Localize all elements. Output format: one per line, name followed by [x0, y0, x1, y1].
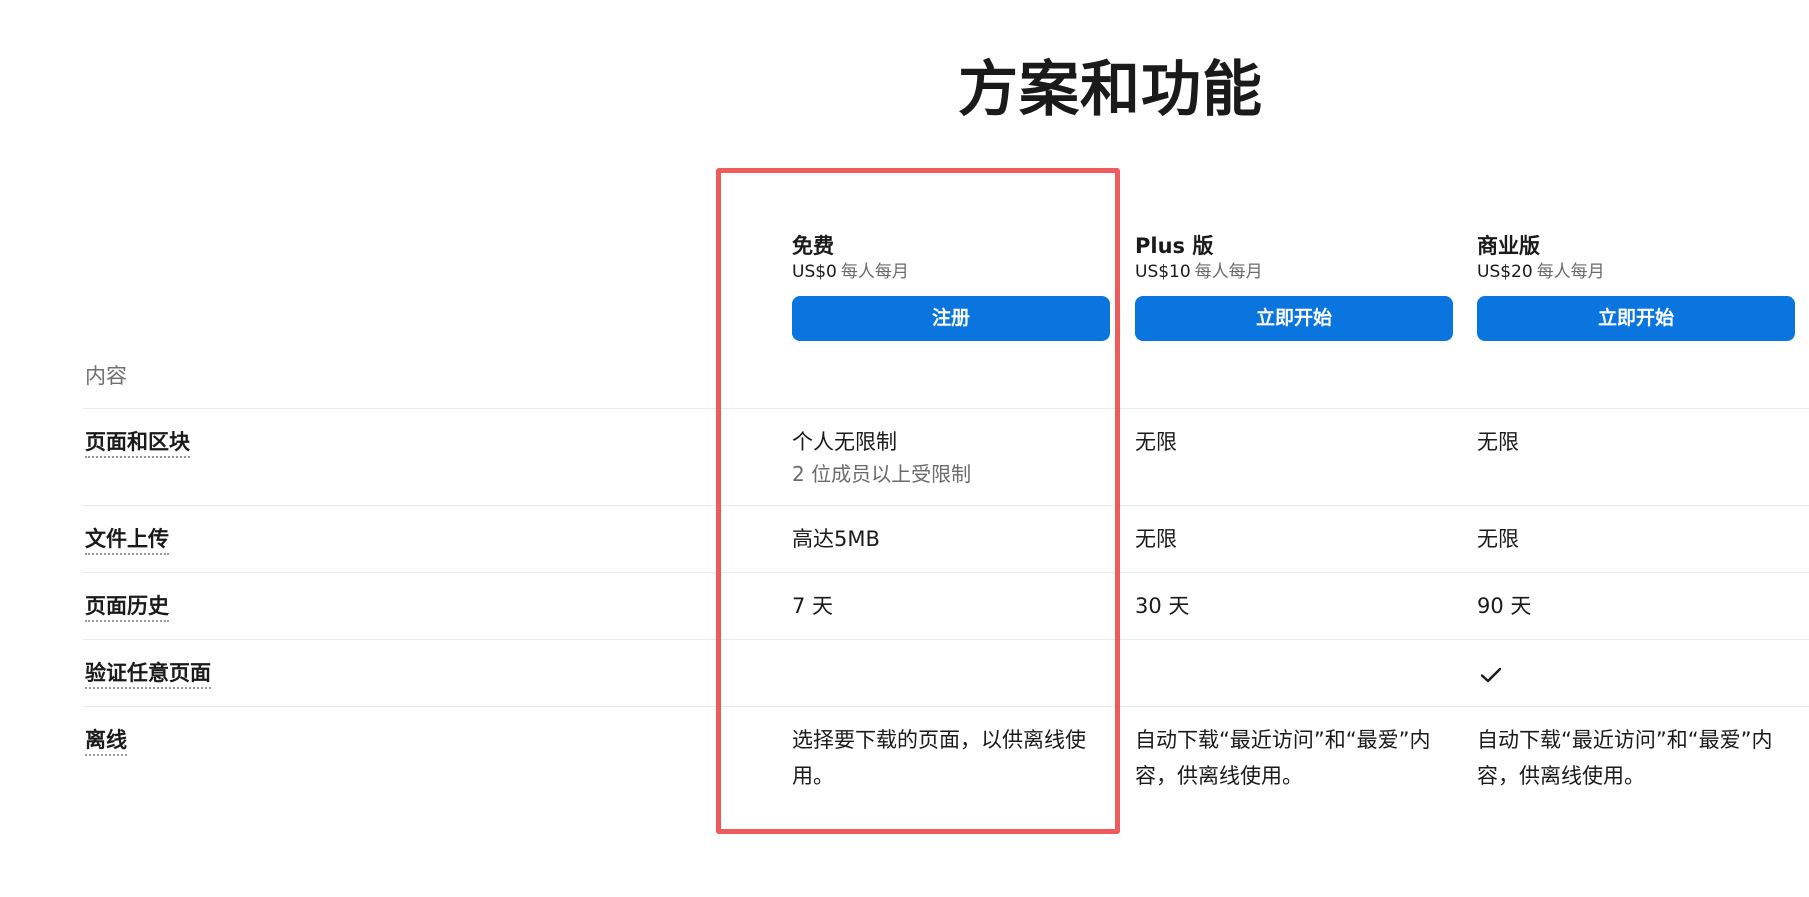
table-cell: 7 天: [792, 594, 834, 618]
plan-free: 免费 US$0 每人每月 注册: [792, 232, 1110, 341]
table-cell: 个人无限制 2 位成员以上受限制: [792, 425, 971, 488]
row-label-file-upload[interactable]: 文件上传: [85, 525, 169, 555]
plan-price: US$0 每人每月: [792, 260, 1110, 284]
table-cell: 无限: [1477, 527, 1519, 551]
check-icon: [1480, 667, 1502, 683]
plan-business: 商业版 US$20 每人每月 立即开始: [1477, 232, 1795, 341]
price-amount: US$10: [1135, 262, 1191, 282]
row-divider: [83, 639, 1809, 640]
price-amount: US$0: [792, 262, 837, 282]
row-label-offline[interactable]: 离线: [85, 726, 127, 756]
signup-button[interactable]: 注册: [792, 296, 1110, 341]
plan-price: US$20 每人每月: [1477, 260, 1795, 284]
plan-name: 免费: [792, 234, 834, 258]
price-amount: US$20: [1477, 262, 1533, 282]
table-cell: 自动下载“最近访问”和“最爱”内容，供离线使用。: [1477, 728, 1773, 788]
row-label-pages-blocks[interactable]: 页面和区块: [85, 428, 190, 458]
section-label-content: 内容: [85, 364, 127, 388]
table-cell: 高达5MB: [792, 527, 880, 551]
page-title: 方案和功能: [958, 55, 1263, 125]
row-label-page-history[interactable]: 页面历史: [85, 592, 169, 622]
plan-plus: Plus 版 US$10 每人每月 立即开始: [1135, 232, 1453, 341]
table-cell: 90 天: [1477, 594, 1532, 618]
row-divider: [83, 505, 1809, 506]
row-divider: [83, 706, 1809, 707]
business-get-started-button[interactable]: 立即开始: [1477, 296, 1795, 341]
row-divider: [83, 408, 1809, 409]
pricing-page: 方案和功能 免费 US$0 每人每月 注册 Plus 版 US$10 每人每月 立即…: [0, 0, 1809, 897]
table-cell: 无限: [1477, 430, 1519, 454]
table-cell: 30 天: [1135, 594, 1190, 618]
table-cell: 无限: [1135, 527, 1177, 551]
cell-value: 个人无限制: [792, 430, 897, 454]
price-unit: 每人每月: [840, 262, 909, 282]
row-divider: [83, 572, 1809, 573]
price-unit: 每人每月: [1194, 262, 1263, 282]
table-cell: 自动下载“最近访问”和“最爱”内容，供离线使用。: [1135, 728, 1431, 788]
plan-price: US$10 每人每月: [1135, 260, 1453, 284]
row-label-verify-page[interactable]: 验证任意页面: [85, 659, 211, 689]
table-cell: 选择要下载的页面，以供离线使用。: [792, 728, 1086, 788]
table-cell: 无限: [1135, 430, 1177, 454]
price-unit: 每人每月: [1536, 262, 1605, 282]
plus-get-started-button[interactable]: 立即开始: [1135, 296, 1453, 341]
plan-name: 商业版: [1477, 234, 1540, 258]
plan-name: Plus 版: [1135, 234, 1214, 258]
cell-subtext: 2 位成员以上受限制: [792, 462, 972, 486]
